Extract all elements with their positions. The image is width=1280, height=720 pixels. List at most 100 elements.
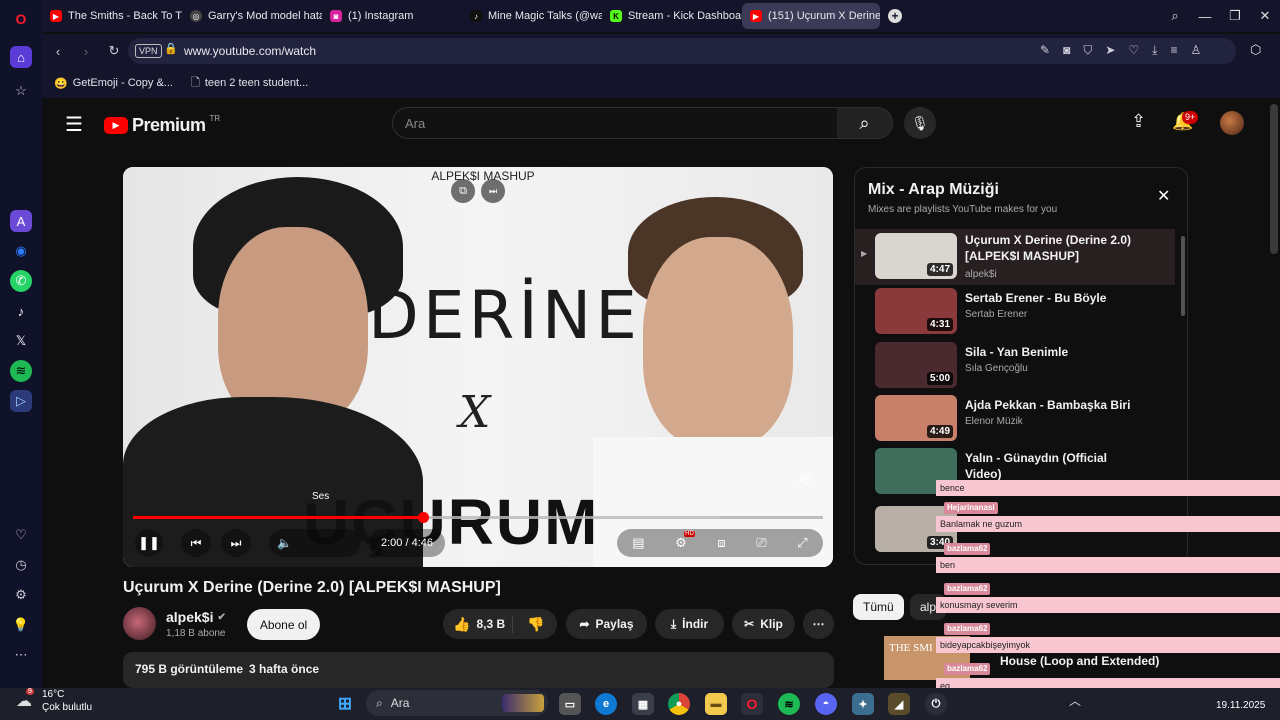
opera-logo-icon[interactable]: O xyxy=(10,8,32,30)
youtube-logo[interactable]: ▶ Premium TR xyxy=(104,114,220,136)
hamburger-menu-icon[interactable]: ☰ xyxy=(65,112,83,137)
messenger-icon[interactable]: ◉ xyxy=(10,240,32,262)
share-button[interactable]: ➦ Paylaş xyxy=(566,609,647,639)
progress-scrubber[interactable] xyxy=(418,512,429,523)
store-icon[interactable]: ▦ xyxy=(632,693,654,715)
restore-icon[interactable]: ❐ xyxy=(1220,8,1250,24)
previous-icon[interactable]: ⏮ xyxy=(181,529,211,557)
profile-icon[interactable]: ♙ xyxy=(1190,43,1201,58)
heart-outline-icon[interactable]: ♡ xyxy=(1128,43,1139,58)
game-taskbar-icon[interactable]: ◢ xyxy=(888,693,910,715)
history-icon[interactable]: ◷ xyxy=(10,554,32,576)
download-icon[interactable]: ⤓ xyxy=(1152,43,1157,58)
extensions-cube-icon[interactable]: ⬡ xyxy=(1250,42,1261,58)
subtitles-icon[interactable]: ▤ xyxy=(632,535,644,551)
reload-icon[interactable]: ↻ xyxy=(100,43,128,59)
camera-icon[interactable]: ◙ xyxy=(1063,43,1070,58)
clock-date[interactable]: 19.11.2025 xyxy=(1216,700,1265,711)
tab-4[interactable]: K Stream - Kick Dashboard xyxy=(602,3,742,29)
progress-track[interactable] xyxy=(133,512,823,523)
tab-5-active[interactable]: ▶ (151) Uçurum X Derine xyxy=(742,3,880,29)
lock-icon[interactable]: 🔒 xyxy=(164,42,178,55)
opera-taskbar-icon[interactable]: O xyxy=(741,693,763,715)
download-button[interactable]: ⤓ İndir xyxy=(655,609,724,639)
pause-icon[interactable]: ❚❚ xyxy=(135,529,163,557)
close-window-icon[interactable]: ✕ xyxy=(1250,8,1280,24)
popout-icon[interactable]: ⧉ xyxy=(451,179,475,203)
lightbulb-icon[interactable]: 💡 xyxy=(10,614,32,636)
edge-icon[interactable]: e xyxy=(595,693,617,715)
page-scrollbar[interactable] xyxy=(1270,104,1278,254)
volume-control[interactable]: 🔈 xyxy=(269,529,361,557)
heart-icon[interactable]: ♡ xyxy=(10,524,32,546)
spotify-icon[interactable]: ≋ xyxy=(10,360,32,382)
channel-name[interactable]: alpek$i ✔ xyxy=(166,609,226,625)
spotify-taskbar-icon[interactable]: ≋ xyxy=(778,693,800,715)
like-button[interactable]: 👍 8,3 B xyxy=(443,615,513,633)
video-player[interactable]: ALPEK$I MASHUP DERİNE X UÇURUM ⧉ ⏭ Æ Ses… xyxy=(123,167,833,567)
new-tab-button[interactable]: + xyxy=(888,9,902,23)
voice-search-button[interactable]: 🎙 xyxy=(904,107,936,139)
windows-start-icon[interactable]: ⊞ xyxy=(334,693,356,715)
address-bar[interactable]: VPN 🔒 www.youtube.com/watch ✎ ◙ ⛉ ➤ ♡ ⤓ … xyxy=(128,38,1236,64)
more-dots-icon[interactable]: ⋯ xyxy=(10,644,32,666)
playlist-item[interactable]: 3:40 xyxy=(855,506,1175,560)
player-icon[interactable]: ▷ xyxy=(10,390,32,412)
search-input[interactable]: Ara xyxy=(392,107,838,139)
next-icon[interactable]: ⏭ xyxy=(221,529,251,557)
tray-chevron-icon[interactable]: ︿ xyxy=(1069,692,1081,709)
home-icon[interactable]: ⌂ xyxy=(10,46,32,68)
search-button[interactable]: ⌕ xyxy=(837,107,893,139)
vpn-badge[interactable]: VPN xyxy=(135,44,162,58)
tiktok-icon[interactable]: ♪ xyxy=(10,300,32,322)
tab-search-icon[interactable]: ⌕ xyxy=(1160,8,1190,24)
description-box[interactable]: 795 B görüntüleme 3 hafta önce xyxy=(123,652,834,688)
subscribe-button[interactable]: Abone ol xyxy=(247,609,320,640)
speed-dial-star-icon[interactable]: ☆ xyxy=(10,80,32,102)
discord-taskbar-icon[interactable]: ◓ xyxy=(815,693,837,715)
settings-icon[interactable]: ⚙ HD xyxy=(675,531,695,551)
tab-3[interactable]: ♪ Mine Magic Talks (@wand xyxy=(462,3,602,29)
url-text[interactable]: www.youtube.com/watch xyxy=(184,44,316,58)
dislike-button[interactable]: 👎 xyxy=(513,616,544,633)
playlist-item[interactable]: 5:00 Sila - Yan Benimle Sıla Gençoğlu xyxy=(855,342,1175,396)
weather-widget[interactable]: ☁ 9 16°C Çok bulutlu xyxy=(14,688,104,720)
playlist-item[interactable]: 4:31 Sertab Erener - Bu Böyle Sertab Ere… xyxy=(855,288,1175,342)
send-icon[interactable]: ➤ xyxy=(1105,43,1115,58)
fullscreen-icon[interactable]: ⤢ xyxy=(797,535,807,551)
forward-icon[interactable]: › xyxy=(72,44,100,59)
edit-icon[interactable]: ✎ xyxy=(1040,43,1050,58)
channel-avatar[interactable] xyxy=(123,607,156,640)
miniplayer-icon[interactable]: ⧈ xyxy=(717,535,725,551)
shield-icon[interactable]: ⛉ xyxy=(1083,43,1092,58)
tab-1[interactable]: ◎ Garry's Mod model hatası xyxy=(182,3,322,29)
skip-track-icon[interactable]: ⏭ xyxy=(481,179,505,203)
file-explorer-icon[interactable]: ▬ xyxy=(705,693,727,715)
app-taskbar-icon[interactable]: ✦ xyxy=(852,693,874,715)
bookmark-0[interactable]: 😀 GetEmoji - Copy &... xyxy=(54,77,173,90)
power-taskbar-icon[interactable]: ⏻ xyxy=(925,693,947,715)
chrome-icon[interactable]: ● xyxy=(668,693,690,715)
bookmark-1[interactable]: 🗋 teen 2 teen student... xyxy=(191,74,308,93)
whatsapp-icon[interactable]: ✆ xyxy=(10,270,32,292)
playlist-item[interactable]: 4:49 Ajda Pekkan - Bambaşka Biri Elenor … xyxy=(855,395,1175,449)
recommended-title[interactable]: House (Loop and Extended) xyxy=(1000,654,1159,668)
tab-0[interactable]: ▶ The Smiths - Back To The xyxy=(42,3,182,29)
cast-icon[interactable]: ⎚ xyxy=(756,535,766,551)
taskbar-search[interactable]: ⌕ Ara xyxy=(366,690,548,716)
close-playlist-icon[interactable]: ✕ xyxy=(1157,186,1170,206)
tab-2[interactable]: ◙ (1) Instagram xyxy=(322,3,462,29)
aria-icon[interactable]: A xyxy=(10,210,32,232)
upload-icon[interactable]: ⇪ xyxy=(1131,111,1146,132)
playlist-item[interactable]: ▶ 4:47 Uçurum X Derine (Derine 2.0) [ALP… xyxy=(855,229,1175,285)
x-twitter-icon[interactable]: 𝕏 xyxy=(10,330,32,352)
chip-all[interactable]: Tümü xyxy=(853,594,904,620)
playlist-scrollbar[interactable] xyxy=(1181,236,1185,316)
back-icon[interactable]: ‹ xyxy=(44,44,72,59)
task-view-icon[interactable]: ▭ xyxy=(559,693,581,715)
account-avatar[interactable] xyxy=(1220,111,1244,135)
settings-gear-icon[interactable]: ⚙ xyxy=(10,584,32,606)
menu-lines-icon[interactable]: ≡ xyxy=(1170,43,1177,58)
more-actions-button[interactable]: ⋯ xyxy=(803,609,834,639)
clip-button[interactable]: ✂ Klip xyxy=(732,609,795,639)
